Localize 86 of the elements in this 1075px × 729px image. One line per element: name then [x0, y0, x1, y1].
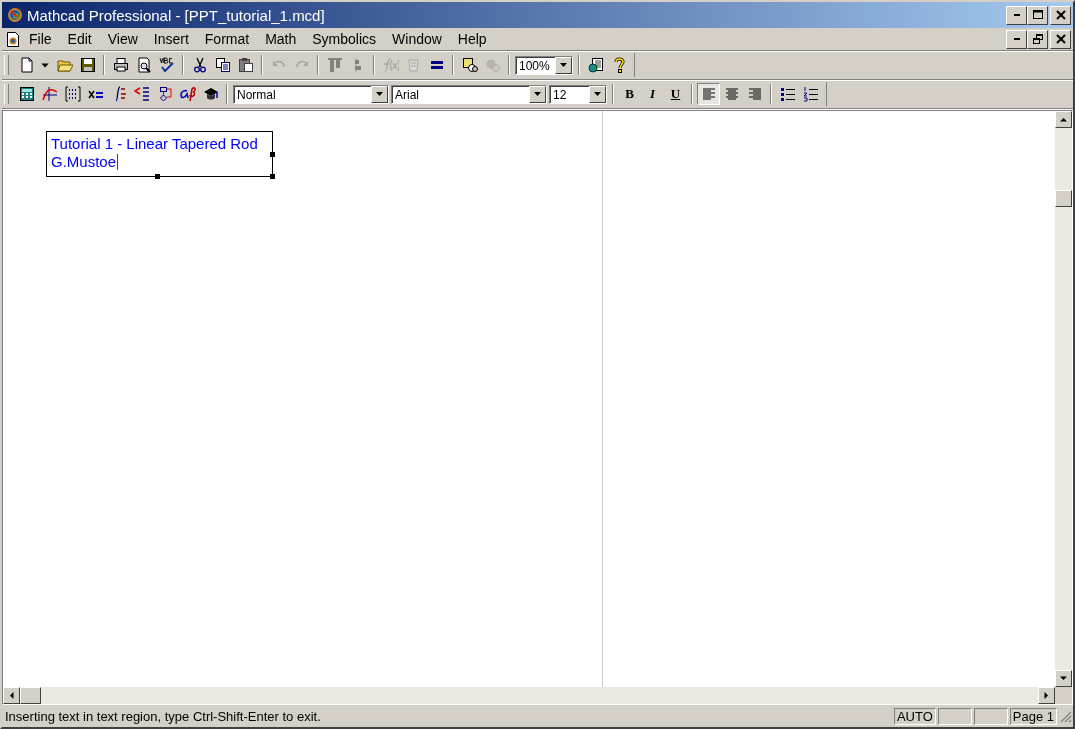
graph-icon — [41, 86, 58, 102]
scroll-thumb[interactable] — [1055, 190, 1072, 207]
scroll-up-button[interactable] — [1055, 111, 1072, 128]
text-line: G.Mustoe — [51, 153, 120, 171]
gears-icon — [484, 57, 501, 73]
caret-icon — [594, 92, 601, 96]
printer-icon — [112, 57, 129, 73]
close-button[interactable] — [1050, 5, 1071, 25]
vertical-scrollbar[interactable] — [1055, 111, 1072, 687]
scroll-right-button[interactable] — [1038, 687, 1055, 704]
align-text-left-button[interactable] — [697, 83, 720, 105]
print-preview-icon — [135, 57, 152, 73]
component-icon — [461, 57, 478, 73]
resize-grip-icon[interactable] — [1059, 709, 1072, 723]
minimize-button[interactable] — [1006, 29, 1027, 49]
text-line: Tutorial 1 - Linear Tapered Rod — [51, 135, 259, 153]
caret-icon — [534, 92, 541, 96]
restore-button[interactable] — [1027, 29, 1048, 49]
bulleted-list-icon — [779, 86, 796, 102]
function-icon — [382, 57, 399, 73]
book-globe-icon — [587, 57, 604, 73]
status-message: Inserting text in text region, type Ctrl-Shift-Enter to exit. — [5, 708, 322, 724]
boolean-icon — [133, 86, 150, 102]
text-region[interactable]: Tutorial 1 - Linear Tapered Rod G.Mustoe — [46, 131, 273, 177]
scroll-up-icon — [1060, 116, 1067, 123]
align-text-right-icon — [746, 86, 763, 102]
status-panel — [973, 707, 1008, 725]
scissors-icon — [191, 57, 208, 73]
numbered-list-icon — [802, 86, 819, 102]
resize-handle[interactable] — [270, 174, 275, 179]
style-dropdown[interactable]: Normal — [233, 84, 389, 104]
bold-button[interactable]: B — [618, 83, 641, 105]
window-title: Mathcad Professional - [PPT_tutorial_1.mcd] — [27, 6, 326, 24]
menu-item[interactable]: Edit — [59, 31, 100, 47]
scroll-left-button[interactable] — [3, 687, 20, 704]
caret-icon — [560, 63, 567, 67]
greek-letters-icon — [179, 86, 196, 102]
maximize-button[interactable] — [1027, 5, 1048, 25]
menu-item[interactable]: Symbolics — [304, 31, 385, 47]
minimize-button[interactable] — [1006, 5, 1027, 25]
status-panel — [937, 707, 972, 725]
copy-icon — [214, 57, 231, 73]
menu-item[interactable]: Math — [257, 31, 305, 47]
scroll-left-icon — [8, 692, 15, 699]
cup-icon — [405, 57, 422, 73]
restore-icon — [1032, 34, 1043, 44]
menu-item[interactable]: Help — [449, 31, 495, 47]
minimize-icon — [1013, 38, 1020, 40]
spell-check-icon — [158, 57, 175, 73]
align-top-icon — [326, 57, 343, 73]
align-text-center-icon — [723, 86, 740, 102]
zoom-dropdown[interactable]: 100% — [515, 55, 573, 75]
text-cursor — [117, 154, 119, 170]
clipboard-icon — [237, 57, 254, 73]
minimize-icon — [1013, 14, 1020, 16]
menu-item[interactable]: Insert — [145, 31, 197, 47]
close-button[interactable] — [1050, 29, 1071, 49]
folder-icon — [56, 57, 73, 73]
menu-item[interactable]: File — [21, 31, 60, 47]
calculator-icon — [18, 86, 35, 102]
menu-item[interactable]: View — [99, 31, 146, 47]
resize-handle[interactable] — [270, 152, 275, 157]
resize-handle[interactable] — [155, 174, 160, 179]
app-icon[interactable] — [7, 7, 23, 23]
document-icon[interactable] — [5, 30, 21, 48]
menu-item[interactable]: Format — [196, 31, 258, 47]
status-panel: AUTO — [893, 707, 936, 725]
status-panel: Page 1 — [1009, 707, 1057, 725]
scroll-down-icon — [1060, 675, 1067, 682]
maximize-icon — [1032, 10, 1043, 20]
scroll-thumb[interactable] — [20, 687, 41, 704]
scroll-down-button[interactable] — [1055, 670, 1072, 687]
align-text-left-icon — [700, 86, 717, 102]
matrix-icon — [64, 86, 81, 102]
caret-icon — [376, 92, 383, 96]
scroll-right-icon — [1043, 692, 1050, 699]
underline-button[interactable]: U — [664, 83, 687, 105]
horizontal-scrollbar[interactable] — [3, 687, 1055, 704]
font-size-dropdown[interactable]: 12 — [549, 84, 607, 104]
new-document-icon — [18, 57, 35, 73]
font-dropdown[interactable]: Arial — [391, 84, 547, 104]
menu-item[interactable]: Window — [384, 31, 450, 47]
close-icon — [1055, 10, 1066, 20]
italic-button[interactable]: I — [641, 83, 664, 105]
graduation-cap-icon — [202, 86, 219, 102]
close-icon — [1055, 34, 1066, 44]
